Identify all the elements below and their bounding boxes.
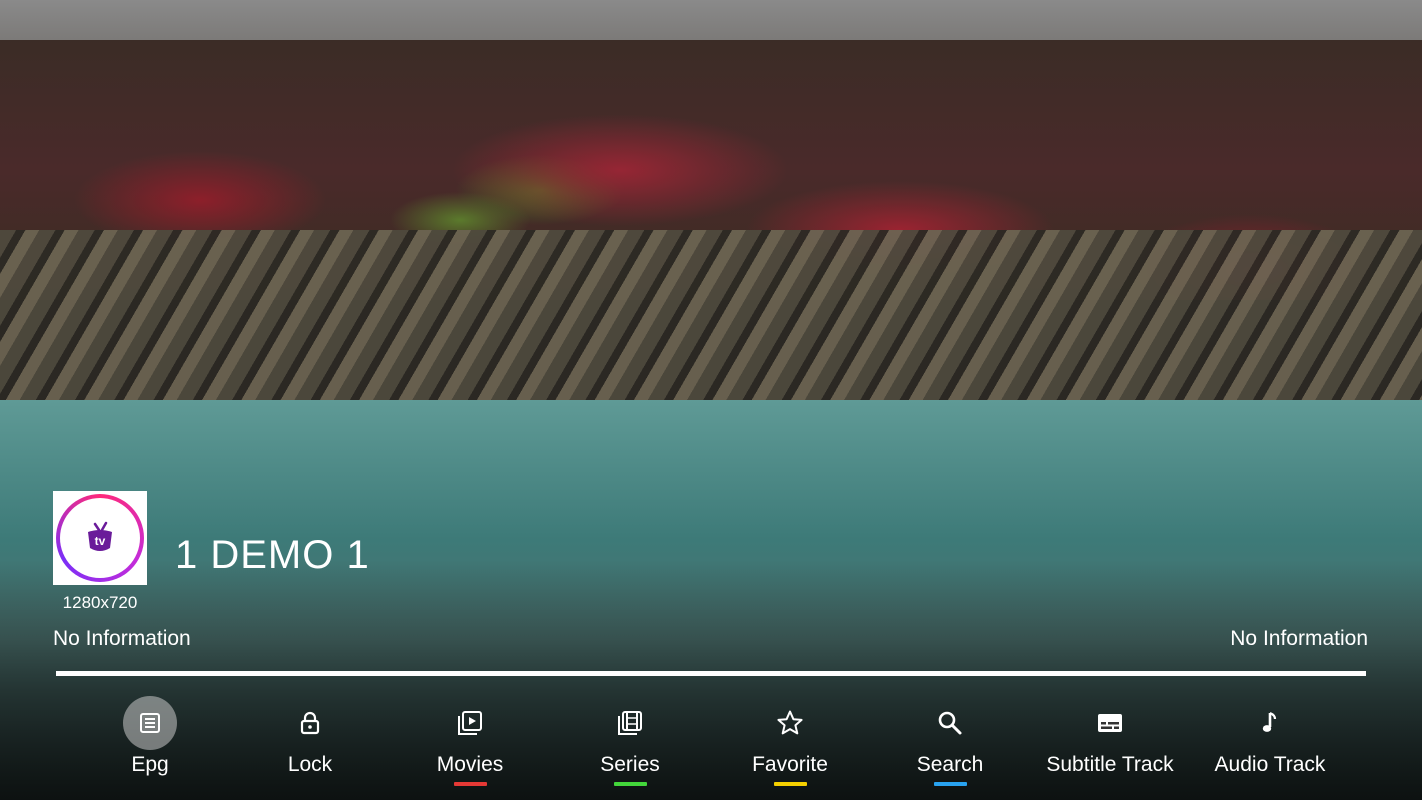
resolution-label: 1280x720 xyxy=(62,593,138,612)
lock-icon xyxy=(300,711,320,735)
bottom-menu: Epg Lock Movies Series Favorite Search S… xyxy=(70,694,1350,794)
menu-label: Series xyxy=(600,753,660,776)
menu-icon-wrap xyxy=(603,696,657,750)
search-icon xyxy=(938,711,962,735)
menu-underline xyxy=(1254,782,1287,786)
music-note-icon xyxy=(1262,711,1277,732)
menu-underline xyxy=(613,782,647,786)
menu-icon-wrap xyxy=(283,696,337,750)
menu-label: Epg xyxy=(131,753,169,776)
star-icon xyxy=(777,710,803,735)
menu-label: Search xyxy=(916,753,984,776)
menu-item-epg[interactable]: Epg xyxy=(70,694,230,794)
epg-icon xyxy=(140,713,160,733)
menu-item-lock[interactable]: Lock xyxy=(230,694,390,794)
menu-underline xyxy=(453,782,487,786)
series-icon xyxy=(618,711,642,735)
menu-item-search[interactable]: Search xyxy=(870,694,1030,794)
program-progress-bar xyxy=(56,671,1366,676)
menu-underline xyxy=(933,782,967,786)
logo-ring: tv xyxy=(56,494,144,582)
player-screen: tv 1 DEMO 1 1280x720 No Information No I… xyxy=(0,0,1422,800)
menu-item-audio-track[interactable]: Audio Track xyxy=(1190,694,1350,794)
movies-icon xyxy=(458,711,482,735)
menu-label: Lock xyxy=(287,753,333,776)
menu-item-movies[interactable]: Movies xyxy=(390,694,550,794)
channel-logo: tv xyxy=(53,491,147,585)
subtitle-icon xyxy=(1098,714,1122,732)
menu-icon-wrap xyxy=(123,696,177,750)
channel-title: 1 DEMO 1 xyxy=(175,533,370,577)
current-program-info: No Information xyxy=(53,627,191,650)
logo-inner: tv xyxy=(60,498,140,578)
menu-icon-wrap xyxy=(923,696,977,750)
menu-label: Favorite xyxy=(752,753,828,776)
menu-item-subtitle-track[interactable]: Subtitle Track xyxy=(1030,694,1190,794)
menu-icon-wrap xyxy=(1083,696,1137,750)
svg-text:tv: tv xyxy=(95,534,106,548)
menu-icon-wrap xyxy=(763,696,817,750)
tv-logo-icon: tv xyxy=(88,521,112,551)
menu-item-series[interactable]: Series xyxy=(550,694,710,794)
menu-underline xyxy=(773,782,807,786)
menu-label: Audio Track xyxy=(1214,753,1326,776)
menu-icon-wrap xyxy=(443,696,497,750)
video-background[interactable] xyxy=(0,0,1422,800)
menu-underline xyxy=(134,782,167,786)
menu-label: Movies xyxy=(436,753,504,776)
menu-icon-wrap xyxy=(1243,696,1297,750)
menu-item-favorite[interactable]: Favorite xyxy=(710,694,870,794)
menu-underline xyxy=(1094,782,1127,786)
video-rocks xyxy=(0,230,1422,420)
menu-underline xyxy=(294,782,327,786)
program-progress-fill xyxy=(56,671,1366,676)
menu-label: Subtitle Track xyxy=(1046,753,1174,776)
next-program-info: No Information xyxy=(1230,627,1368,650)
